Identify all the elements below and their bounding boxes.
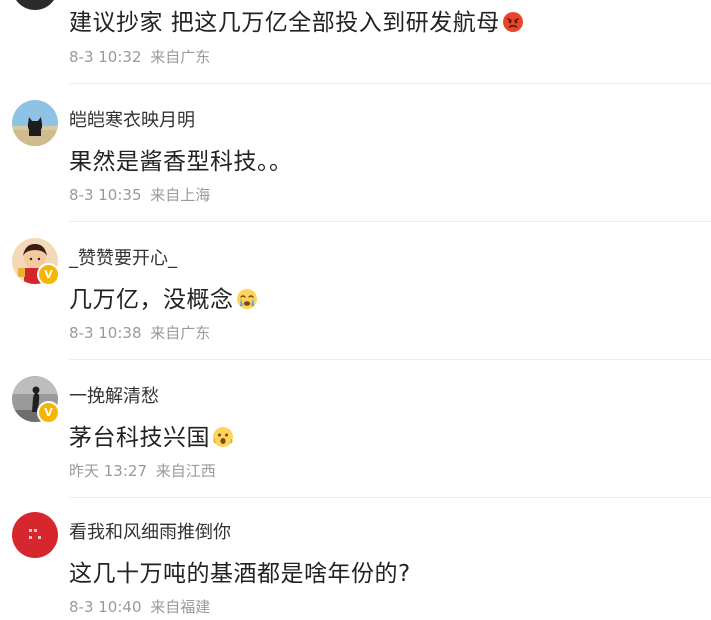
verified-badge-icon: V <box>37 263 60 286</box>
divider <box>69 83 711 84</box>
avatar[interactable] <box>12 0 58 10</box>
comment-date: 8-3 10:35 <box>69 186 142 204</box>
divider <box>69 497 711 498</box>
comment-location: 来自江西 <box>155 462 216 480</box>
comment-username[interactable]: 看我和风细雨推倒你 <box>69 518 231 544</box>
comment-date: 8-3 10:32 <box>69 48 142 66</box>
comment-location: 来自上海 <box>150 186 211 204</box>
comment-date: 8-3 10:40 <box>69 598 142 616</box>
comment-content: 这几十万吨的基酒都是啥年份的? <box>69 561 411 587</box>
comment-date: 昨天 13:27 <box>69 462 147 480</box>
comment-location: 来自广东 <box>150 324 211 342</box>
comment-username[interactable]: 一挽解清愁 <box>69 382 159 408</box>
comment-meta: 8-3 10:38 来自广东 <box>69 322 210 343</box>
avatar[interactable] <box>12 512 58 558</box>
comment-date: 8-3 10:38 <box>69 324 142 342</box>
comment-content: 果然是酱香型科技。。 <box>69 149 293 175</box>
comment-meta: 8-3 10:40 来自福建 <box>69 596 210 617</box>
comment-username[interactable]: 皑皑寒衣映月明 <box>69 106 195 132</box>
shocked-face-emoji <box>213 427 233 447</box>
comment-location: 来自广东 <box>150 48 211 66</box>
divider <box>69 221 711 222</box>
comment-meta: 8-3 10:35 来自上海 <box>69 184 210 205</box>
comment-content: 茅台科技兴国 <box>69 418 234 452</box>
avatar[interactable] <box>12 100 58 146</box>
comment-meta: 8-3 10:32 来自广东 <box>69 46 210 67</box>
comment-content: 几万亿，没概念 <box>69 280 258 314</box>
avatar[interactable]: V <box>12 238 60 286</box>
angry-face-emoji <box>502 12 523 32</box>
verified-badge-icon: V <box>37 401 60 424</box>
comment-meta: 昨天 13:27 来自江西 <box>69 460 216 481</box>
avatar[interactable]: V <box>12 376 60 424</box>
comment-content: 建议抄家 把这几万亿全部投入到研发航母 <box>69 3 524 37</box>
comment-username[interactable]: _赞赞要开心_ <box>69 244 177 270</box>
comment-location: 来自福建 <box>150 598 211 616</box>
divider <box>69 359 711 360</box>
crying-face-emoji <box>236 289 257 309</box>
